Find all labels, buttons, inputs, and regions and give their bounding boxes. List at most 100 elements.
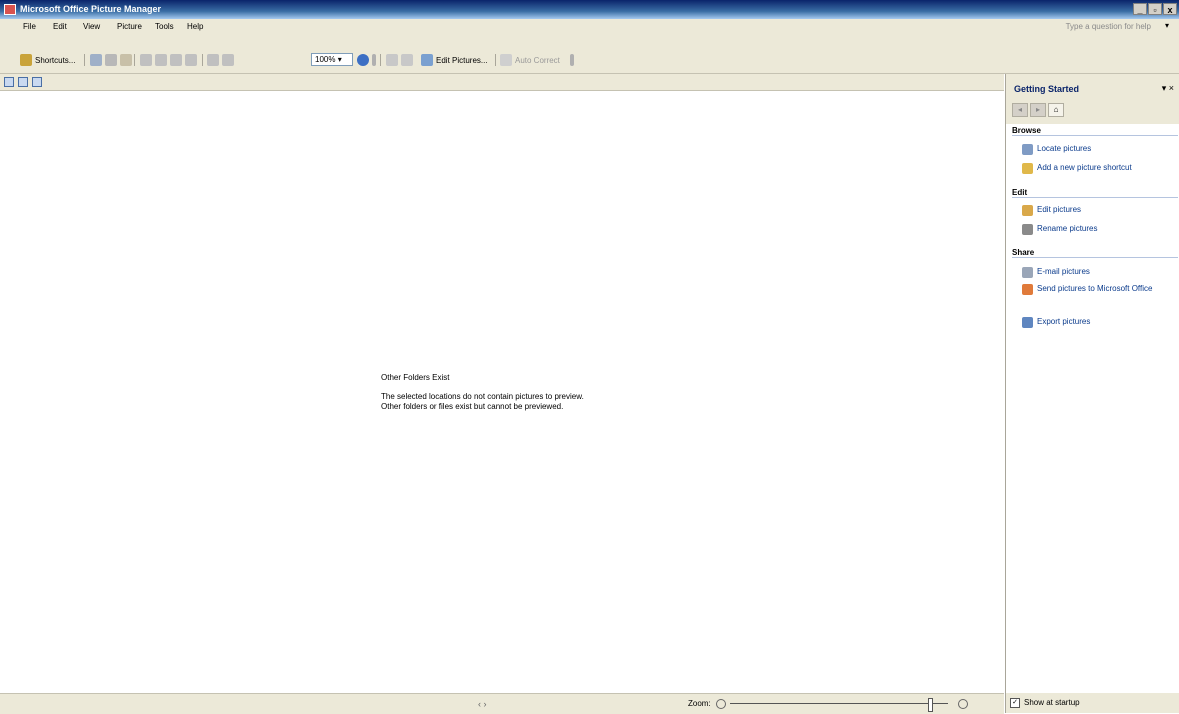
- task-pane: Getting Started ▾ × ◂ ▸ ⌂ Browse Locate …: [1005, 74, 1179, 713]
- delete-icon[interactable]: [185, 54, 197, 66]
- task-pane-title: Getting Started: [1014, 84, 1080, 94]
- status-bar: ‹ › Zoom:: [0, 693, 1004, 714]
- previous-icon[interactable]: [386, 54, 398, 66]
- message-line-1: The selected locations do not contain pi…: [381, 392, 584, 401]
- zoom-in-icon[interactable]: [958, 699, 968, 709]
- shortcuts-label: Shortcuts...: [35, 55, 76, 65]
- link-label: E-mail pictures: [1037, 267, 1090, 276]
- home-icon[interactable]: ⌂: [1048, 103, 1064, 117]
- link-label: Send pictures to Microsoft Office: [1037, 284, 1153, 293]
- window-title: Microsoft Office Picture Manager: [20, 4, 162, 14]
- picture-navigation[interactable]: ‹ ›: [478, 699, 487, 709]
- zoom-slider-handle[interactable]: [928, 698, 933, 712]
- edit-pictures-icon: [1022, 205, 1033, 216]
- minimize-button[interactable]: _: [1133, 3, 1147, 15]
- menu-view[interactable]: View: [83, 22, 100, 31]
- edit-pictures-label: Edit Pictures...: [436, 55, 488, 65]
- paste-icon[interactable]: [170, 54, 182, 66]
- title-bar: Microsoft Office Picture Manager _ ▫ x: [0, 0, 1179, 19]
- message-title: Other Folders Exist: [381, 373, 450, 382]
- auto-correct-icon: [500, 54, 512, 66]
- edit-pictures-icon: [421, 54, 433, 66]
- export-icon: [1022, 317, 1033, 328]
- edit-section-header: Edit: [1012, 188, 1178, 198]
- single-picture-view-icon[interactable]: [32, 77, 42, 87]
- copy-icon[interactable]: [155, 54, 167, 66]
- zoom-value: 100%: [315, 55, 336, 64]
- toolbar-separator: [134, 54, 135, 66]
- menu-picture[interactable]: Picture: [117, 22, 142, 31]
- close-button[interactable]: x: [1163, 3, 1177, 15]
- task-pane-header: Getting Started ▾ ×: [1006, 74, 1179, 102]
- send-to-office-link[interactable]: Send pictures to Microsoft Office: [1022, 284, 1162, 295]
- thumbnail-group: [386, 52, 413, 68]
- task-pane-controls[interactable]: ▾ ×: [1162, 83, 1174, 94]
- rotate-left-icon[interactable]: [207, 54, 219, 66]
- help-search-input[interactable]: Type a question for help: [1066, 22, 1151, 31]
- toolbar-options-icon[interactable]: [372, 54, 376, 66]
- help-icon[interactable]: [357, 54, 369, 66]
- locate-pictures-link[interactable]: Locate pictures: [1022, 144, 1091, 155]
- locate-pictures-icon: [1022, 144, 1033, 155]
- toolbar-options-icon[interactable]: [570, 54, 574, 66]
- next-icon[interactable]: [401, 54, 413, 66]
- rename-pictures-link[interactable]: Rename pictures: [1022, 224, 1097, 235]
- toolbar-separator: [84, 54, 85, 66]
- auto-correct-label: Auto Correct: [515, 55, 560, 65]
- shortcuts-button[interactable]: Shortcuts...: [20, 52, 75, 68]
- print-icon[interactable]: [105, 54, 117, 66]
- filmstrip-view-icon[interactable]: [18, 77, 28, 87]
- auto-correct-button[interactable]: Auto Correct: [500, 52, 560, 68]
- send-to-office-icon: [1022, 284, 1033, 295]
- edit-pictures-link[interactable]: Edit pictures: [1022, 205, 1081, 216]
- message-line-2: Other folders or files exist but cannot …: [381, 402, 564, 411]
- menu-help[interactable]: Help: [187, 22, 203, 31]
- file-tools-group: [90, 52, 132, 68]
- email-icon[interactable]: [120, 54, 132, 66]
- zoom-out-icon[interactable]: [716, 699, 726, 709]
- export-pictures-link[interactable]: Export pictures: [1022, 317, 1090, 328]
- menu-file[interactable]: File: [23, 22, 36, 31]
- task-pane-footer: ✓ Show at startup: [1006, 693, 1179, 713]
- share-section-header: Share: [1012, 248, 1178, 258]
- link-label: Export pictures: [1037, 317, 1091, 326]
- back-icon[interactable]: ◂: [1012, 103, 1028, 117]
- thumbnail-view-icon[interactable]: [4, 77, 14, 87]
- shortcuts-icon: [20, 54, 32, 66]
- edit-pictures-button[interactable]: Edit Pictures...: [421, 52, 488, 68]
- toolbar-overflow: [570, 52, 574, 68]
- cut-icon[interactable]: [140, 54, 152, 66]
- link-label: Edit pictures: [1037, 205, 1082, 214]
- menu-edit[interactable]: Edit: [53, 22, 67, 31]
- show-at-startup-checkbox[interactable]: ✓: [1010, 698, 1020, 708]
- zoom-select[interactable]: 100% ▾: [311, 53, 353, 66]
- help-dropdown-icon[interactable]: ▾: [1165, 21, 1169, 30]
- link-label: Locate pictures: [1037, 144, 1092, 153]
- maximize-button[interactable]: ▫: [1148, 3, 1162, 15]
- view-bar: [0, 74, 1004, 91]
- rename-icon: [1022, 224, 1033, 235]
- email-pictures-link[interactable]: E-mail pictures: [1022, 267, 1090, 278]
- zoom-slider[interactable]: [730, 703, 948, 704]
- window-controls: _ ▫ x: [1133, 3, 1177, 15]
- toolbar-separator: [495, 54, 496, 66]
- menu-bar: File Edit View Picture Tools Help Type a…: [0, 19, 1179, 35]
- link-label: Rename pictures: [1037, 224, 1098, 233]
- rotate-group: [207, 52, 234, 68]
- forward-icon[interactable]: ▸: [1030, 103, 1046, 117]
- toolbar-separator: [380, 54, 381, 66]
- add-picture-shortcut-link[interactable]: Add a new picture shortcut: [1022, 163, 1132, 174]
- link-label: Add a new picture shortcut: [1037, 163, 1132, 172]
- menu-tools[interactable]: Tools: [155, 22, 174, 31]
- folder-shortcut-icon: [1022, 163, 1033, 174]
- email-icon: [1022, 267, 1033, 278]
- empty-message: Other Folders Exist The selected locatio…: [381, 373, 584, 412]
- task-pane-navigation: ◂ ▸ ⌂: [1006, 102, 1179, 124]
- toolbar: Shortcuts... 100% ▾ Edit Pictures... Aut…: [0, 35, 1179, 74]
- save-icon[interactable]: [90, 54, 102, 66]
- toolbar-separator: [202, 54, 203, 66]
- rotate-right-icon[interactable]: [222, 54, 234, 66]
- app-icon[interactable]: [4, 4, 16, 15]
- show-at-startup-label: Show at startup: [1024, 698, 1080, 707]
- browse-section-header: Browse: [1012, 126, 1178, 136]
